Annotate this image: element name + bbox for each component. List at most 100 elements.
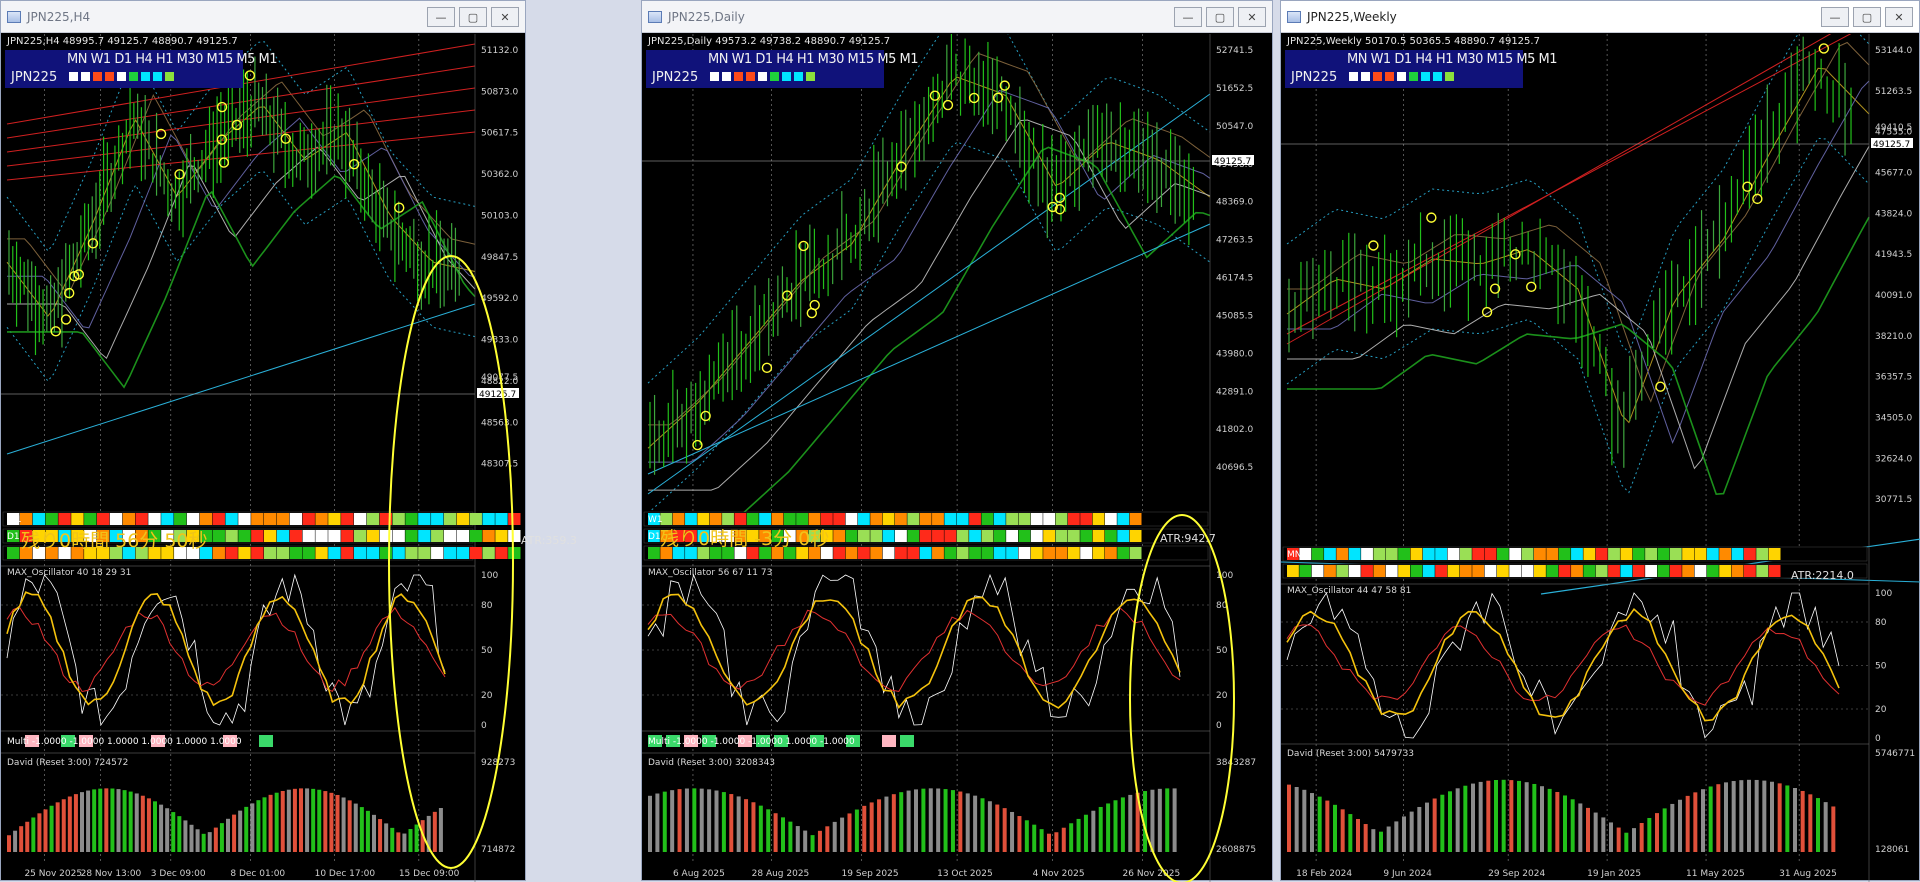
close-button[interactable]: ✕: [1885, 7, 1913, 27]
price-tick: 45677.0: [1875, 169, 1912, 179]
symbol-label: JPN225: [652, 70, 699, 85]
signal-cell: [161, 513, 174, 525]
trend-box: [794, 72, 803, 81]
resistance-line: [6, 87, 476, 153]
chart-area[interactable]: 53144.0 51263.5 47535.0 45677.0 43824.0 41943…: [1281, 34, 1920, 882]
chart-canvas[interactable]: 52741.551652.550547.049458.048369.047263…: [642, 34, 1274, 882]
minimize-button[interactable]: —: [1821, 7, 1849, 27]
minimize-button[interactable]: —: [427, 7, 455, 27]
signal-cell: [1534, 565, 1546, 577]
trend-box: [746, 72, 755, 81]
signal-cell: [1706, 565, 1719, 577]
trend-boxes: [69, 72, 174, 81]
histogram-bar: [80, 792, 84, 852]
maximize-button[interactable]: ▢: [1853, 7, 1881, 27]
maximize-button[interactable]: ▢: [1206, 7, 1234, 27]
signal-row-label: MN: [1287, 550, 1302, 560]
indicator-line: [1286, 137, 1870, 494]
histogram-bar: [773, 813, 778, 852]
signal-cell: [870, 547, 883, 559]
close-button[interactable]: ✕: [491, 7, 519, 27]
histogram-bar: [1294, 787, 1299, 852]
signal-cell: [1583, 565, 1596, 577]
chart-window-weekly[interactable]: JPN225,Weekly — ▢ ✕ 53144.0 51263.5 47535.…: [1280, 0, 1920, 882]
close-button[interactable]: ✕: [1238, 7, 1266, 27]
minimize-button[interactable]: —: [1174, 7, 1202, 27]
timeframe-panel: MN W1 D1 H4 H1 M30 M15 M5 M1 JPN225: [646, 50, 919, 88]
maximize-button[interactable]: ▢: [459, 7, 487, 27]
histogram-bar: [965, 793, 970, 852]
price-tick: 50547.0: [1216, 122, 1253, 132]
signal-cell: [1324, 548, 1336, 560]
trend-box: [1397, 72, 1406, 81]
price-tick: 40696.5: [1216, 463, 1253, 473]
signal-cell: [907, 530, 920, 542]
signal-cell: [833, 530, 846, 542]
signal-cell: [302, 547, 315, 559]
histogram-bar: [810, 835, 815, 852]
histogram-bar: [1024, 820, 1029, 852]
histogram-bar: [921, 788, 926, 852]
histogram-bar: [1054, 832, 1059, 852]
window-titlebar[interactable]: JPN225,Weekly — ▢ ✕: [1281, 1, 1919, 33]
histogram-bar: [781, 817, 785, 852]
signal-marker: [1368, 240, 1379, 251]
trend-box: [81, 72, 90, 81]
histogram-bar: [1463, 785, 1468, 852]
signal-cell: [212, 513, 225, 525]
price-tick: 51263.5: [1875, 87, 1912, 97]
histogram-bar: [950, 790, 955, 852]
histogram-bar: [677, 789, 682, 852]
signal-cell: [1645, 548, 1657, 560]
timeframe-row: MN W1 D1 H4 H1 M30 M15 M5 M1: [708, 52, 919, 67]
signal-marker: [806, 307, 818, 319]
signal-cell: [1287, 565, 1299, 577]
chart-area[interactable]: 51132.0 50873.0 50617.5 50362.0 50103.0 49847…: [1, 34, 577, 882]
histogram-bar: [1808, 794, 1813, 852]
chart-canvas[interactable]: 53144.051263.547535.045677.043824.041943…: [1281, 34, 1920, 882]
signal-cell: [225, 530, 238, 542]
level-tick: 0: [1875, 734, 1881, 744]
chart-canvas[interactable]: 51132.0 50873.0 50617.5 50362.0 50103.0 49847…: [1, 34, 527, 882]
window-titlebar[interactable]: JPN225,Daily — ▢ ✕: [642, 1, 1272, 33]
histogram-bar: [1010, 811, 1015, 852]
signal-cell: [366, 513, 380, 525]
chart-window-h4[interactable]: JPN225,H4 — ▢ ✕ 51132.0 50873.0 50617.5 503…: [0, 0, 577, 882]
histogram-bar: [1348, 814, 1353, 852]
histogram-bar: [958, 791, 963, 852]
indicator-line: [1287, 216, 1870, 496]
signal-cell: [289, 547, 303, 559]
histogram-bar: [670, 790, 675, 852]
oscillator-line: [6, 591, 446, 707]
histogram-bar: [146, 798, 151, 852]
chart-window-daily[interactable]: JPN225,Daily — ▢ ✕ 52741.5 51652.5 50547.0…: [641, 0, 1274, 882]
multi-cell: [259, 735, 273, 747]
trend-box: [782, 72, 791, 81]
histogram-bar: [1017, 816, 1022, 852]
histogram-bar: [1708, 786, 1713, 852]
histogram-bar: [803, 830, 808, 852]
histogram-bar: [1670, 803, 1675, 852]
histogram-bar: [1747, 779, 1751, 852]
price-tick: 49847.5: [481, 253, 518, 263]
signal-cell: [276, 547, 290, 559]
histogram-bar: [1540, 786, 1544, 852]
histogram-bar: [840, 817, 845, 852]
signal-cell: [495, 513, 508, 525]
chart-area[interactable]: 52741.551652.550547.049458.048369.047263…: [642, 34, 1274, 882]
signal-cell: [956, 530, 969, 542]
date-label: 31 Aug 2025: [1779, 869, 1837, 879]
signal-row-label: D1: [7, 532, 20, 542]
signal-cell: [956, 513, 969, 525]
signal-cell: [58, 513, 71, 525]
signal-cell: [1018, 547, 1031, 559]
histogram-bar: [1816, 798, 1820, 852]
histogram-bar: [1076, 818, 1081, 852]
signal-cell: [482, 530, 495, 542]
window-titlebar[interactable]: JPN225,H4 — ▢ ✕: [1, 1, 525, 33]
trend-box: [710, 72, 719, 81]
signal-cell: [1682, 548, 1695, 560]
signal-cell: [405, 530, 418, 542]
signal-cell: [1756, 548, 1769, 560]
histogram-bar: [359, 807, 364, 852]
